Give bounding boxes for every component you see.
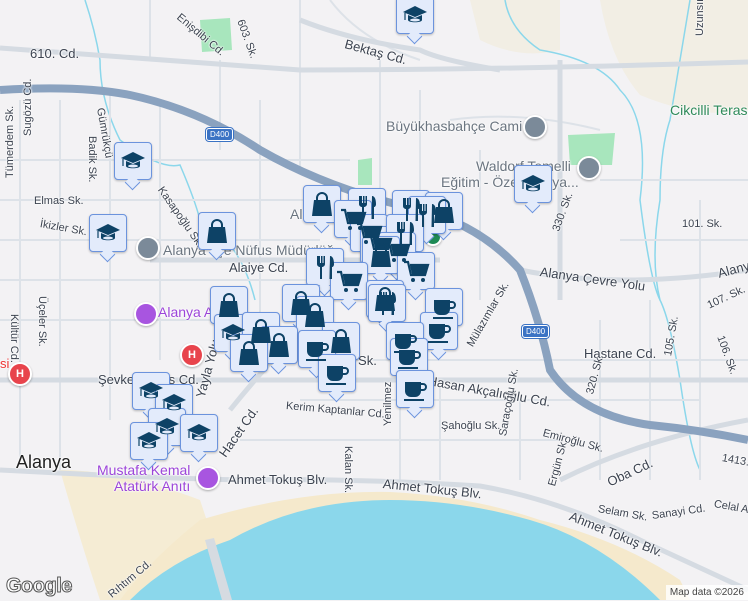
d400-shield: D400 — [206, 128, 234, 141]
street-label: 610. Cd. — [30, 46, 80, 61]
coffee-cup-icon — [425, 317, 453, 345]
shopping-marker[interactable] — [198, 212, 236, 250]
cafe-marker[interactable] — [420, 312, 458, 350]
school-marker[interactable] — [396, 0, 434, 34]
school-marker[interactable] — [130, 422, 168, 460]
street-label: Kalan Sk. — [342, 446, 354, 494]
cafe-marker[interactable] — [390, 338, 428, 376]
graduation-cap-icon — [519, 170, 547, 198]
shopping-bag-icon — [367, 241, 395, 269]
street-label: Sugözü Cd. — [22, 78, 34, 136]
hospital-label[interactable]: si — [0, 356, 9, 371]
shopping-bag-icon — [308, 190, 336, 218]
shopping-marker[interactable] — [303, 185, 341, 223]
monument-icon[interactable] — [196, 466, 220, 490]
mosque-label[interactable]: Büyükhasbahçe Cami — [386, 118, 522, 134]
hospital-icon[interactable]: H — [180, 343, 204, 367]
cafe-marker[interactable] — [396, 370, 434, 408]
grocery-marker[interactable] — [397, 252, 435, 290]
street-label: Kültür Cd. — [8, 314, 20, 363]
graduation-cap-icon — [94, 219, 122, 247]
shopping-marker[interactable] — [260, 326, 298, 364]
coffee-cup-icon — [395, 343, 423, 371]
d400-shield: D400 — [522, 325, 550, 338]
shopping-bag-icon — [203, 217, 231, 245]
street-label: Uzunsırt Cd. — [694, 0, 706, 36]
school-icon[interactable] — [577, 156, 601, 180]
coffee-cup-icon — [401, 375, 429, 403]
shopping-cart-icon — [335, 267, 363, 295]
street-label: Yenilmez — [382, 381, 394, 426]
fork-knife-icon — [373, 289, 401, 317]
street-label: Tümerdem Sk. — [4, 105, 16, 178]
shopping-bag-icon — [301, 301, 329, 329]
shopping-bag-icon — [327, 327, 355, 355]
city-label: Alanya — [16, 452, 72, 472]
street-label: Elmas Sk. — [34, 195, 84, 207]
park — [358, 158, 372, 185]
graduation-cap-icon — [185, 419, 213, 447]
graduation-cap-icon — [401, 1, 429, 29]
street-label: 101. Sk. — [682, 218, 723, 230]
graduation-cap-icon — [119, 147, 147, 175]
school-marker[interactable] — [114, 142, 152, 180]
school-marker[interactable] — [89, 214, 127, 252]
area-label[interactable]: Cikcilli Teras — [670, 102, 748, 118]
school-marker[interactable] — [180, 414, 218, 452]
place-label: Al — [290, 206, 303, 222]
school-label[interactable]: Eğitim - Özel Alanya... — [441, 174, 579, 190]
google-logo: Google — [6, 575, 73, 598]
map-attribution[interactable]: Map data ©2026 — [665, 585, 748, 600]
cafe-marker[interactable] — [318, 354, 356, 392]
museum-label[interactable]: Alanya A — [158, 304, 213, 320]
shopping-marker[interactable] — [230, 334, 268, 372]
hospital-icon[interactable]: H — [8, 362, 32, 386]
street-label: Şahoğlu Sk. — [441, 420, 501, 432]
shopping-bag-icon — [215, 291, 243, 319]
monument-label[interactable]: Atatürk Anıtı — [114, 478, 190, 494]
shopping-marker[interactable] — [362, 236, 400, 274]
mosque-icon[interactable] — [523, 115, 547, 139]
graduation-cap-icon — [135, 427, 163, 455]
street-label: Badik Sk. — [86, 136, 98, 183]
school-marker[interactable] — [514, 165, 552, 203]
street-label: Üçeler Sk. — [36, 296, 48, 347]
shopping-cart-icon — [402, 257, 430, 285]
street-label: Alaiye Cd. — [229, 260, 289, 275]
government-icon[interactable] — [136, 236, 160, 260]
street-label: Ahmet Tokuş Blv. — [228, 472, 328, 487]
shopping-bag-icon — [265, 331, 293, 359]
coffee-cup-icon — [323, 359, 351, 387]
restaurant-marker[interactable] — [368, 284, 406, 322]
grocery-marker[interactable] — [330, 262, 368, 300]
museum-icon[interactable] — [134, 302, 158, 326]
shopping-bag-icon — [235, 339, 263, 367]
